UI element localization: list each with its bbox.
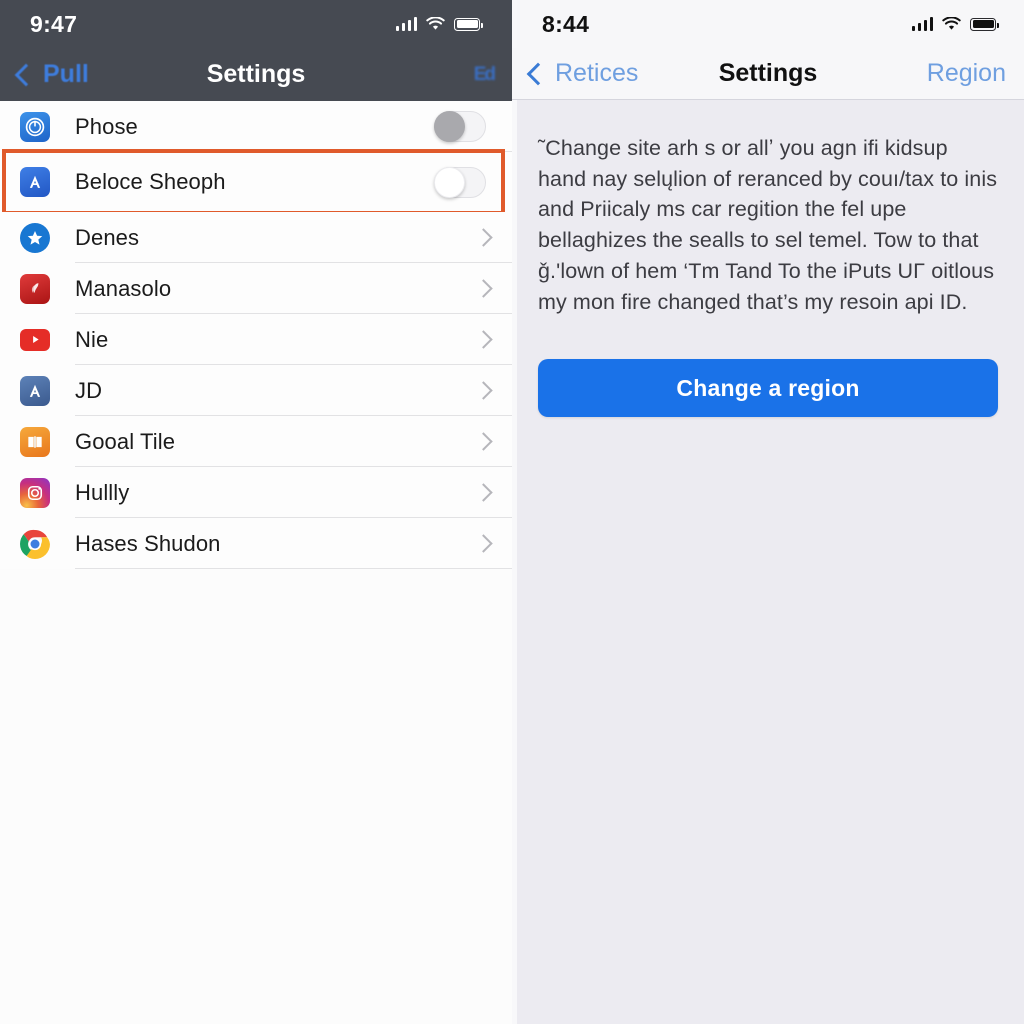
star-circle-icon bbox=[20, 222, 50, 253]
left-nav-bar: Pull Settings Ed bbox=[0, 48, 512, 101]
app-store-icon bbox=[20, 167, 50, 197]
settings-list: Phose Beloce Sheoph Denes Manasolo Nie J… bbox=[0, 101, 512, 569]
highlighted-row-wrapper: Beloce Sheoph bbox=[0, 149, 512, 215]
battery-icon bbox=[454, 17, 483, 31]
right-status-bar: 8:44 bbox=[512, 0, 1024, 48]
row-separator bbox=[75, 568, 512, 569]
settings-row-label: Gooal Tile bbox=[75, 428, 176, 454]
settings-row-label: Nie bbox=[75, 326, 109, 352]
settings-row-label: Manasolo bbox=[75, 275, 172, 301]
back-button-label: Retices bbox=[555, 59, 639, 87]
toggle-switch-phose[interactable] bbox=[434, 111, 486, 142]
youtube-icon bbox=[20, 325, 50, 355]
wifi-icon bbox=[942, 17, 961, 30]
wifi-icon bbox=[426, 17, 445, 30]
safari-app-icon bbox=[20, 111, 50, 142]
left-status-bar: 9:47 bbox=[0, 0, 512, 48]
chevron-left-icon bbox=[526, 62, 550, 85]
chevron-right-icon bbox=[474, 228, 493, 247]
settings-row-label: Hases Shudon bbox=[75, 530, 221, 556]
screen-divider bbox=[512, 0, 517, 1024]
settings-row-label: Phose bbox=[75, 113, 138, 139]
music-app-icon bbox=[20, 273, 50, 304]
signal-bars-icon bbox=[395, 17, 417, 31]
settings-row-hases-shudon[interactable]: Hases Shudon bbox=[0, 518, 512, 569]
back-button-label: Pull bbox=[43, 60, 89, 88]
chevron-right-icon bbox=[474, 381, 493, 400]
chevron-right-icon bbox=[474, 534, 493, 553]
settings-row-nie[interactable]: Nie bbox=[0, 314, 512, 365]
left-phone-screen: 9:47 Pull Settings Ed Phose Beloce Sheop… bbox=[0, 0, 512, 1024]
status-bar-icons bbox=[395, 17, 483, 31]
region-button[interactable]: Region bbox=[927, 59, 1006, 88]
signal-bars-icon bbox=[911, 17, 933, 31]
change-region-button[interactable]: Change a region bbox=[538, 359, 998, 418]
settings-row-label: Denes bbox=[75, 224, 140, 250]
back-button[interactable]: Retices bbox=[526, 59, 639, 88]
right-phone-screen: 8:44 Retices Settings Region ˜Change sit… bbox=[512, 0, 1024, 1024]
chevron-right-icon bbox=[474, 432, 493, 451]
settings-row-denes[interactable]: Denes bbox=[0, 212, 512, 263]
right-nav-bar: Retices Settings Region bbox=[512, 48, 1024, 100]
chevron-left-icon bbox=[14, 63, 38, 86]
status-bar-icons bbox=[911, 17, 999, 31]
settings-row-label: JD bbox=[75, 377, 103, 403]
description-text: ˜Change site arh s or allʼ you agn ifi k… bbox=[538, 136, 998, 314]
settings-row-hullly[interactable]: Hullly bbox=[0, 467, 512, 518]
settings-row-phose[interactable]: Phose bbox=[0, 101, 512, 152]
edit-button[interactable]: Ed bbox=[474, 64, 496, 86]
toggle-switch-beloce-sheoph[interactable] bbox=[434, 166, 486, 198]
battery-icon bbox=[970, 17, 999, 31]
settings-row-jd[interactable]: JD bbox=[0, 365, 512, 416]
instagram-icon bbox=[20, 477, 50, 508]
settings-row-label: Beloce Sheoph bbox=[75, 169, 226, 194]
right-content: ˜Change site arh s or allʼ you agn ifi k… bbox=[512, 100, 1024, 418]
status-bar-time: 9:47 bbox=[30, 10, 78, 37]
settings-row-manasolo[interactable]: Manasolo bbox=[0, 263, 512, 314]
chevron-right-icon bbox=[474, 279, 493, 298]
settings-row-label: Hullly bbox=[75, 479, 130, 505]
chevron-right-icon bbox=[474, 330, 493, 349]
status-bar-time: 8:44 bbox=[542, 10, 590, 37]
settings-row-beloce-sheoph[interactable]: Beloce Sheoph bbox=[0, 152, 512, 212]
app-store-icon bbox=[20, 375, 50, 406]
back-button[interactable]: Pull bbox=[14, 60, 89, 89]
settings-row-gooal-tile[interactable]: Gooal Tile bbox=[0, 416, 512, 467]
ibooks-icon bbox=[20, 426, 50, 457]
chevron-right-icon bbox=[474, 483, 493, 502]
dual-phone-screenshot: 9:47 Pull Settings Ed Phose Beloce Sheop… bbox=[0, 0, 1024, 1024]
chrome-icon bbox=[20, 528, 50, 559]
